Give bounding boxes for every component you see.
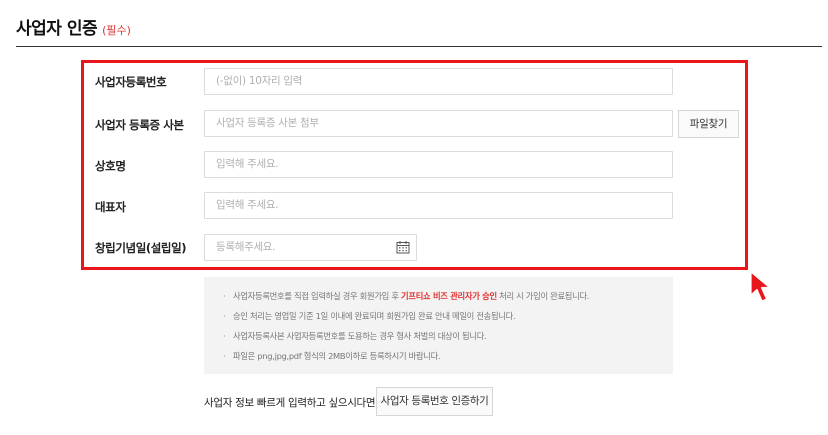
registration-copy-placeholder: 사업자 등록증 사본 첨부 [216,117,319,129]
representative-input[interactable]: 입력해 주세요. [204,192,673,219]
company-name-label: 상호명 [95,159,126,173]
business-number-verify-button[interactable]: 사업자 등록번호 인증하기 [376,387,493,416]
file-find-button[interactable]: 파일찾기 [678,110,739,138]
title-divider [16,46,822,47]
registration-copy-label: 사업자 등록증 사본 [95,118,184,132]
quick-input-prompt: 사업자 정보 빠르게 입력하고 싶으시다면? [204,397,381,409]
page-title: 사업자 인증 [16,19,98,39]
business-number-placeholder: (-없이) 10자리 입력 [216,75,303,87]
founding-date-label: 창립기념일(설립일) [95,241,187,255]
notice-highlight: 기프티쇼 비즈 관리자가 승인 [401,291,497,301]
representative-placeholder: 입력해 주세요. [216,199,279,211]
business-number-label: 사업자등록번호 [95,75,167,89]
registration-copy-input[interactable]: 사업자 등록증 사본 첨부 [204,110,673,137]
notice-item: · 사업자등록번호를 직접 입력하실 경우 회원가입 후 기프티쇼 비즈 관리자가… [223,291,590,301]
representative-label: 대표자 [95,200,126,214]
title-row: 사업자 인증 (필수) [16,14,131,39]
notice-box: · 사업자등록번호를 직접 입력하실 경우 회원가입 후 기프티쇼 비즈 관리자가… [204,277,673,374]
cursor-arrow-icon [750,271,771,302]
notice-item: · 사업자등록사본 사업자등록번호를 도용하는 경우 형사 처벌의 대상이 됩니다… [223,331,487,341]
founding-date-placeholder: 등록해주세요. [216,241,276,253]
required-tag: (필수) [102,24,131,37]
company-name-input[interactable]: 입력해 주세요. [204,151,673,178]
calendar-icon[interactable] [396,240,410,254]
founding-date-input[interactable]: 등록해주세요. [204,234,417,261]
company-name-placeholder: 입력해 주세요. [216,158,279,170]
notice-item: · 승인 처리는 영업일 기준 1일 이내에 완료되며 회원가입 완료 안내 메일… [223,311,516,321]
business-number-input[interactable]: (-없이) 10자리 입력 [204,68,673,95]
notice-item: · 파일은 png,jpg,pdf 형식의 2MB이하로 등록하시기 바랍니다. [223,351,441,361]
